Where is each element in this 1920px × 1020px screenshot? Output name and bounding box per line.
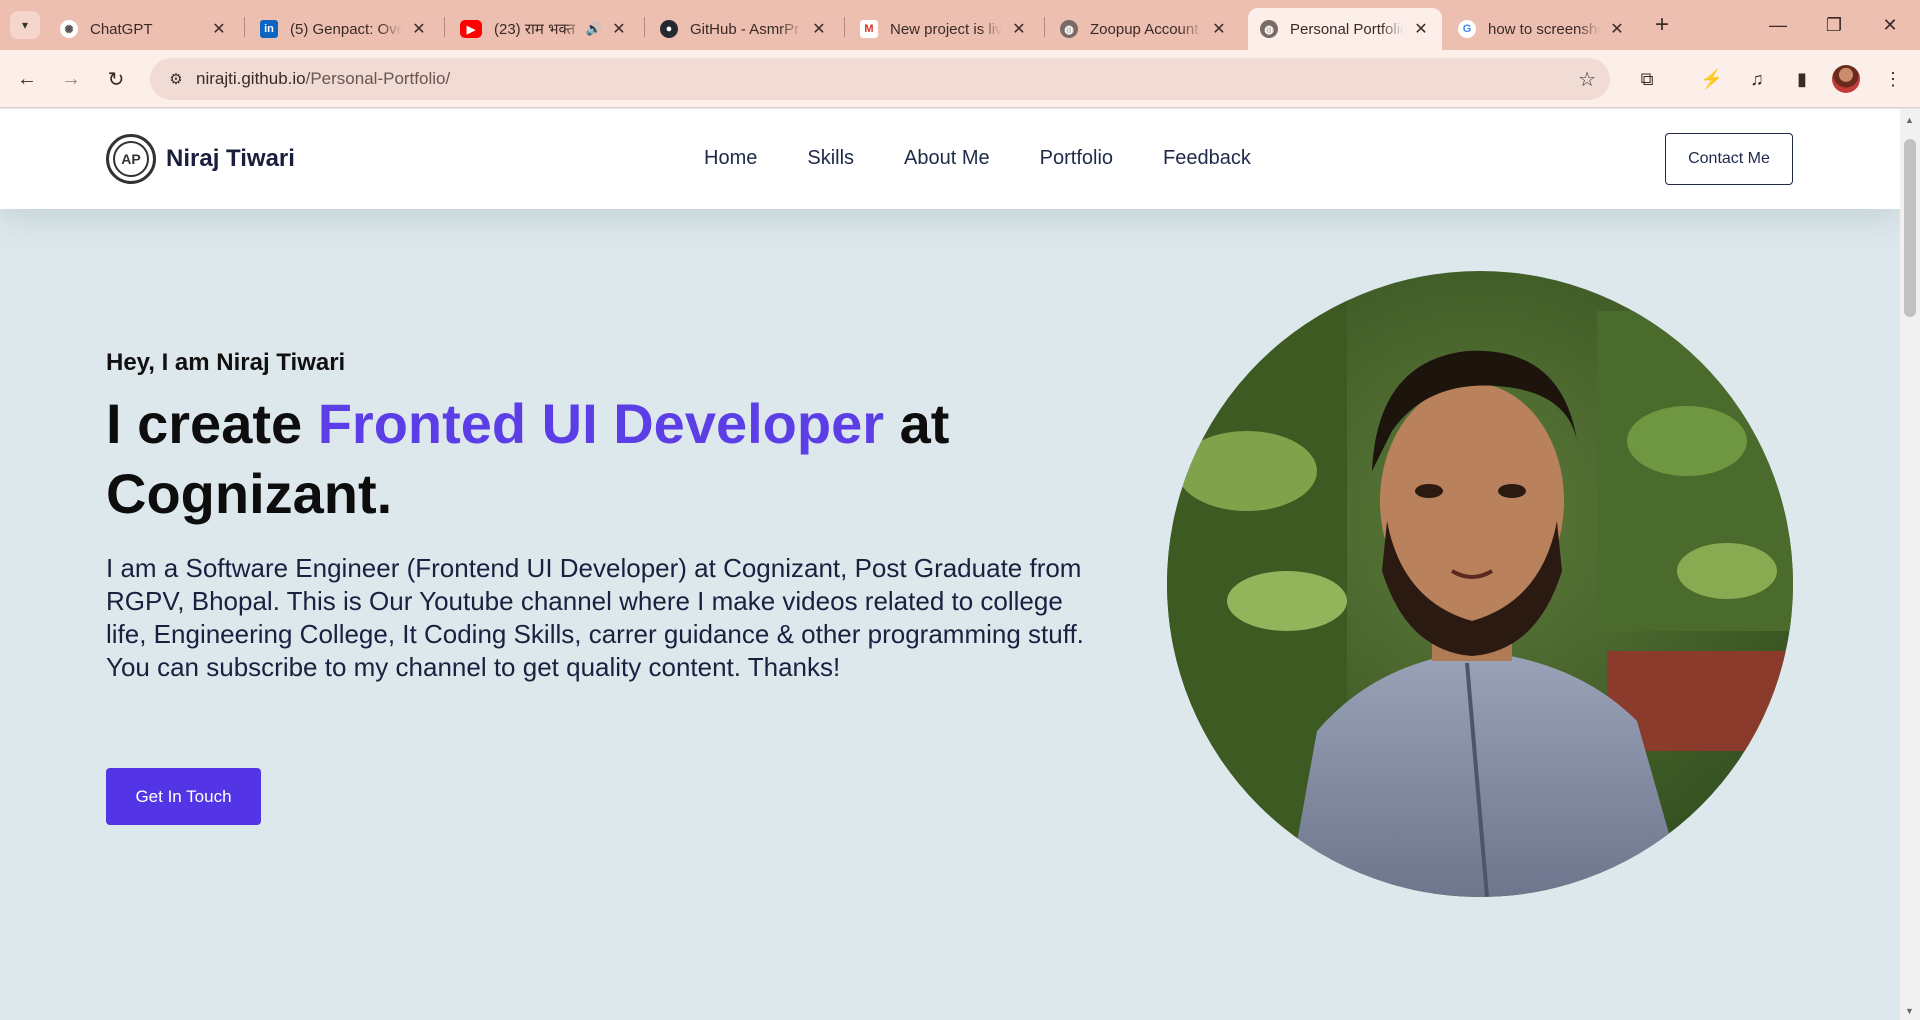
brand-name: Niraj Tiwari: [166, 145, 295, 172]
tab-divider: [244, 17, 245, 37]
close-icon: ✕: [1882, 14, 1898, 35]
page-viewport: AP Niraj Tiwari Home Skills About Me Por…: [0, 109, 1900, 1020]
contact-me-button[interactable]: Contact Me: [1665, 133, 1793, 185]
tab-divider: [644, 17, 645, 37]
minimize-button[interactable]: —: [1750, 0, 1806, 50]
restore-button[interactable]: ❐: [1806, 0, 1862, 50]
get-in-touch-button[interactable]: Get In Touch: [106, 768, 261, 825]
arrow-right-icon: →: [61, 67, 81, 90]
tab-github[interactable]: ● GitHub - AsmrPr ✕: [648, 8, 840, 50]
new-tab-button[interactable]: +: [1648, 12, 1676, 40]
nav-link-home[interactable]: Home: [704, 147, 757, 170]
profile-photo-illustration: [1167, 271, 1793, 897]
scroll-down-icon[interactable]: ▼: [1905, 1006, 1914, 1016]
address-bar[interactable]: ⚙ nirajti.github.io/Personal-Portfolio/ …: [150, 58, 1610, 100]
tab-divider: [444, 17, 445, 37]
page-scrollbar[interactable]: ▲ ▼: [1900, 109, 1920, 1020]
close-icon[interactable]: ✕: [810, 19, 828, 39]
speaker-icon[interactable]: 🔊: [586, 21, 602, 37]
close-icon[interactable]: ✕: [410, 19, 428, 39]
browser-toolbar: ← → ↻ ⚙ nirajti.github.io/Personal-Portf…: [0, 50, 1920, 108]
brand-logo: AP: [106, 134, 156, 184]
media-control-icon[interactable]: ♫: [1742, 64, 1772, 94]
tab-divider: [1044, 17, 1045, 37]
tab-search-button[interactable]: ▾: [10, 11, 40, 39]
close-icon[interactable]: ✕: [1412, 19, 1430, 39]
chevron-down-icon: ▾: [21, 18, 29, 32]
nav-link-portfolio[interactable]: Portfolio: [1040, 147, 1113, 170]
tab-zoopup[interactable]: ◍ Zoopup Account ✕: [1048, 8, 1240, 50]
tab-gmail[interactable]: M New project is live ✕: [848, 8, 1040, 50]
profile-photo: [1167, 271, 1793, 897]
extensions-icon[interactable]: ⧉: [1632, 64, 1662, 94]
main-menu: Home Skills About Me Portfolio Feedback: [704, 147, 1301, 170]
close-icon[interactable]: ✕: [210, 19, 228, 39]
nav-link-about-me[interactable]: About Me: [904, 147, 990, 170]
globe-icon: ◍: [1060, 20, 1078, 38]
minimize-icon: —: [1769, 14, 1787, 35]
back-button[interactable]: ←: [12, 64, 42, 94]
tab-personal-portfolio[interactable]: ◍ Personal Portfolio ✕: [1248, 8, 1442, 50]
profile-avatar[interactable]: [1832, 65, 1860, 93]
bookmark-star-icon[interactable]: ☆: [1578, 67, 1596, 92]
google-icon: G: [1458, 20, 1476, 38]
forward-button[interactable]: →: [56, 64, 86, 94]
scroll-up-icon[interactable]: ▲: [1905, 115, 1914, 125]
nav-link-feedback[interactable]: Feedback: [1163, 147, 1251, 170]
hero-description: I am a Software Engineer (Frontend UI De…: [106, 553, 1084, 682]
scrollbar-thumb[interactable]: [1904, 139, 1916, 317]
brand[interactable]: AP Niraj Tiwari: [106, 134, 295, 184]
nav-link-skills[interactable]: Skills: [807, 147, 854, 170]
url-text: nirajti.github.io/Personal-Portfolio/: [196, 69, 451, 88]
globe-icon: ◍: [1260, 20, 1278, 38]
menu-kebab-icon[interactable]: ⋮: [1878, 64, 1908, 94]
tab-linkedin[interactable]: in (5) Genpact: Overview ✕: [248, 8, 440, 50]
site-settings-icon[interactable]: ⚙: [156, 70, 196, 88]
tab-google-search[interactable]: G how to screenshot ✕: [1446, 8, 1638, 50]
tab-youtube[interactable]: ▶ (23) राम भक्त 🔊 ✕: [448, 8, 640, 50]
browser-tab-bar: ▾ ✺ ChatGPT ✕ in (5) Genpact: Overview ✕…: [0, 0, 1920, 50]
arrow-left-icon: ←: [17, 67, 37, 90]
tab-chatgpt[interactable]: ✺ ChatGPT ✕: [48, 8, 240, 50]
close-icon[interactable]: ✕: [610, 19, 628, 39]
reload-icon: ↻: [107, 68, 125, 91]
brand-logo-mark: AP: [113, 141, 149, 177]
side-panel-icon[interactable]: ▮: [1787, 64, 1817, 94]
close-icon[interactable]: ✕: [1010, 19, 1028, 39]
gmail-icon: M: [860, 20, 878, 38]
hero-title-prefix: I create: [106, 392, 318, 455]
plus-icon: +: [1654, 11, 1669, 38]
close-window-button[interactable]: ✕: [1862, 0, 1918, 50]
tab-divider: [844, 17, 845, 37]
hero-greeting: Hey, I am Niraj Tiwari: [106, 349, 346, 376]
github-icon: ●: [660, 20, 678, 38]
reload-button[interactable]: ↻: [101, 64, 131, 94]
performance-icon[interactable]: ⚡: [1697, 64, 1727, 94]
linkedin-icon: in: [260, 20, 278, 38]
restore-icon: ❐: [1825, 14, 1843, 35]
close-icon[interactable]: ✕: [1210, 19, 1228, 39]
hero-title-accent: Fronted UI Developer: [317, 392, 885, 455]
chatgpt-icon: ✺: [60, 20, 78, 38]
hero-title: I create Fronted UI Developer at Cogniza…: [106, 389, 1006, 529]
site-navbar: AP Niraj Tiwari Home Skills About Me Por…: [0, 109, 1900, 209]
youtube-icon: ▶: [460, 20, 482, 38]
close-icon[interactable]: ✕: [1608, 19, 1626, 39]
